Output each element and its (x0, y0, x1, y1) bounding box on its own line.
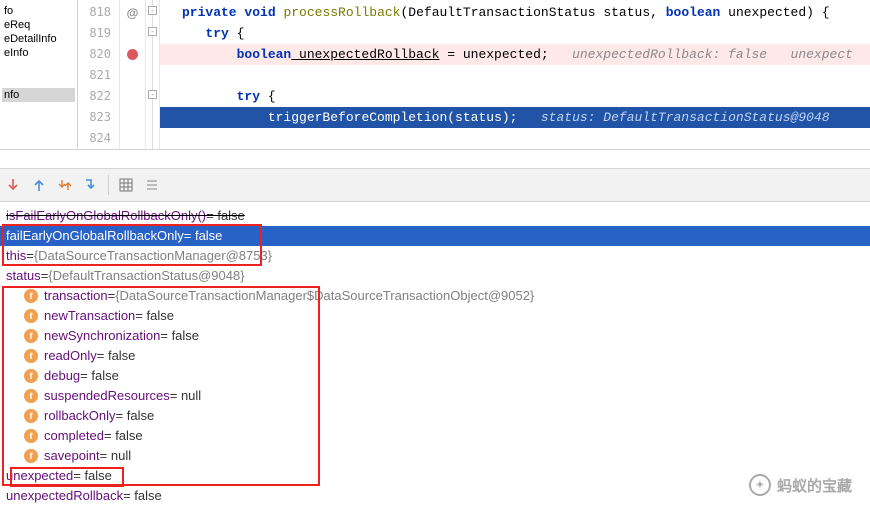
variable-row[interactable]: fnewSynchronization = false (0, 326, 870, 346)
line-number[interactable]: 818 (78, 2, 119, 23)
variable-row[interactable]: fsuspendedResources = null (0, 386, 870, 406)
tree-item[interactable]: fo (2, 4, 75, 18)
variable-row[interactable]: unexpectedRollback = false (0, 486, 870, 506)
field-badge-icon: f (24, 449, 38, 463)
fold-gutter[interactable]: - - - (146, 0, 160, 149)
toolbar-separator (108, 175, 109, 195)
field-badge-icon: f (24, 329, 38, 343)
variable-row[interactable]: fcompleted = false (0, 426, 870, 446)
list-icon[interactable] (143, 176, 161, 194)
code-line[interactable] (160, 65, 870, 86)
line-number-gutter[interactable]: 818 819 820 821 822 823 824 (78, 0, 120, 149)
override-marker-icon: @ (127, 6, 139, 20)
field-badge-icon: f (24, 349, 38, 363)
step-swap-icon[interactable] (56, 176, 74, 194)
variable-row[interactable]: unexpected = false (0, 466, 870, 486)
grid-icon[interactable] (117, 176, 135, 194)
code-line[interactable] (160, 128, 870, 149)
fold-toggle-icon[interactable]: - (148, 6, 157, 15)
tree-item[interactable]: eDetailInfo (2, 32, 75, 46)
variable-row[interactable]: status = {DefaultTransactionStatus@9048} (0, 266, 870, 286)
line-number[interactable]: 824 (78, 128, 119, 149)
code-line[interactable]: try { (160, 23, 870, 44)
structure-tree[interactable]: fo eReq eDetailInfo eInfo nfo (0, 0, 78, 149)
tree-item[interactable]: eInfo (2, 46, 75, 60)
code-editor[interactable]: private void processRollback(DefaultTran… (160, 0, 870, 149)
field-badge-icon: f (24, 409, 38, 423)
variable-row[interactable]: freadOnly = false (0, 346, 870, 366)
marker-gutter[interactable]: @ (120, 0, 146, 149)
variable-row[interactable]: frollbackOnly = false (0, 406, 870, 426)
variable-row[interactable]: fsavepoint = null (0, 446, 870, 466)
code-line[interactable]: try { (160, 86, 870, 107)
wechat-icon: ✦ (749, 474, 771, 496)
watermark: ✦ 蚂蚁的宝藏 (749, 474, 852, 496)
code-line[interactable]: private void processRollback(DefaultTran… (160, 2, 870, 23)
line-number[interactable]: 822 (78, 86, 119, 107)
code-line-execution[interactable]: triggerBeforeCompletion(status); status:… (160, 107, 870, 128)
variable-row[interactable]: fdebug = false (0, 366, 870, 386)
variables-panel[interactable]: isFailEarlyOnGlobalRollbackOnly()= false… (0, 202, 870, 506)
breakpoint-icon[interactable] (127, 49, 138, 60)
field-badge-icon: f (24, 369, 38, 383)
step-down-icon[interactable] (4, 176, 22, 194)
line-number[interactable]: 823 (78, 107, 119, 128)
variable-row-selected[interactable]: failEarlyOnGlobalRollbackOnly = false (0, 226, 870, 246)
variable-row[interactable]: ftransaction = {DataSourceTransactionMan… (0, 286, 870, 306)
field-badge-icon: f (24, 309, 38, 323)
tree-item[interactable]: eReq (2, 18, 75, 32)
debugger-toolbar (0, 168, 870, 202)
field-badge-icon: f (24, 429, 38, 443)
variable-row[interactable]: fnewTransaction = false (0, 306, 870, 326)
step-up-icon[interactable] (30, 176, 48, 194)
field-badge-icon: f (24, 389, 38, 403)
variable-row[interactable]: this = {DataSourceTransactionManager@875… (0, 246, 870, 266)
line-number[interactable]: 820 (78, 44, 119, 65)
code-line-breakpoint[interactable]: boolean unexpectedRollback = unexpected;… (160, 44, 870, 65)
fold-toggle-icon[interactable]: - (148, 90, 157, 99)
fold-toggle-icon[interactable]: - (148, 27, 157, 36)
line-number[interactable]: 819 (78, 23, 119, 44)
variable-row[interactable]: isFailEarlyOnGlobalRollbackOnly()= false (0, 206, 870, 226)
line-number[interactable]: 821 (78, 65, 119, 86)
step-into-icon[interactable] (82, 176, 100, 194)
field-badge-icon: f (24, 289, 38, 303)
tree-item-selected[interactable]: nfo (2, 88, 75, 102)
